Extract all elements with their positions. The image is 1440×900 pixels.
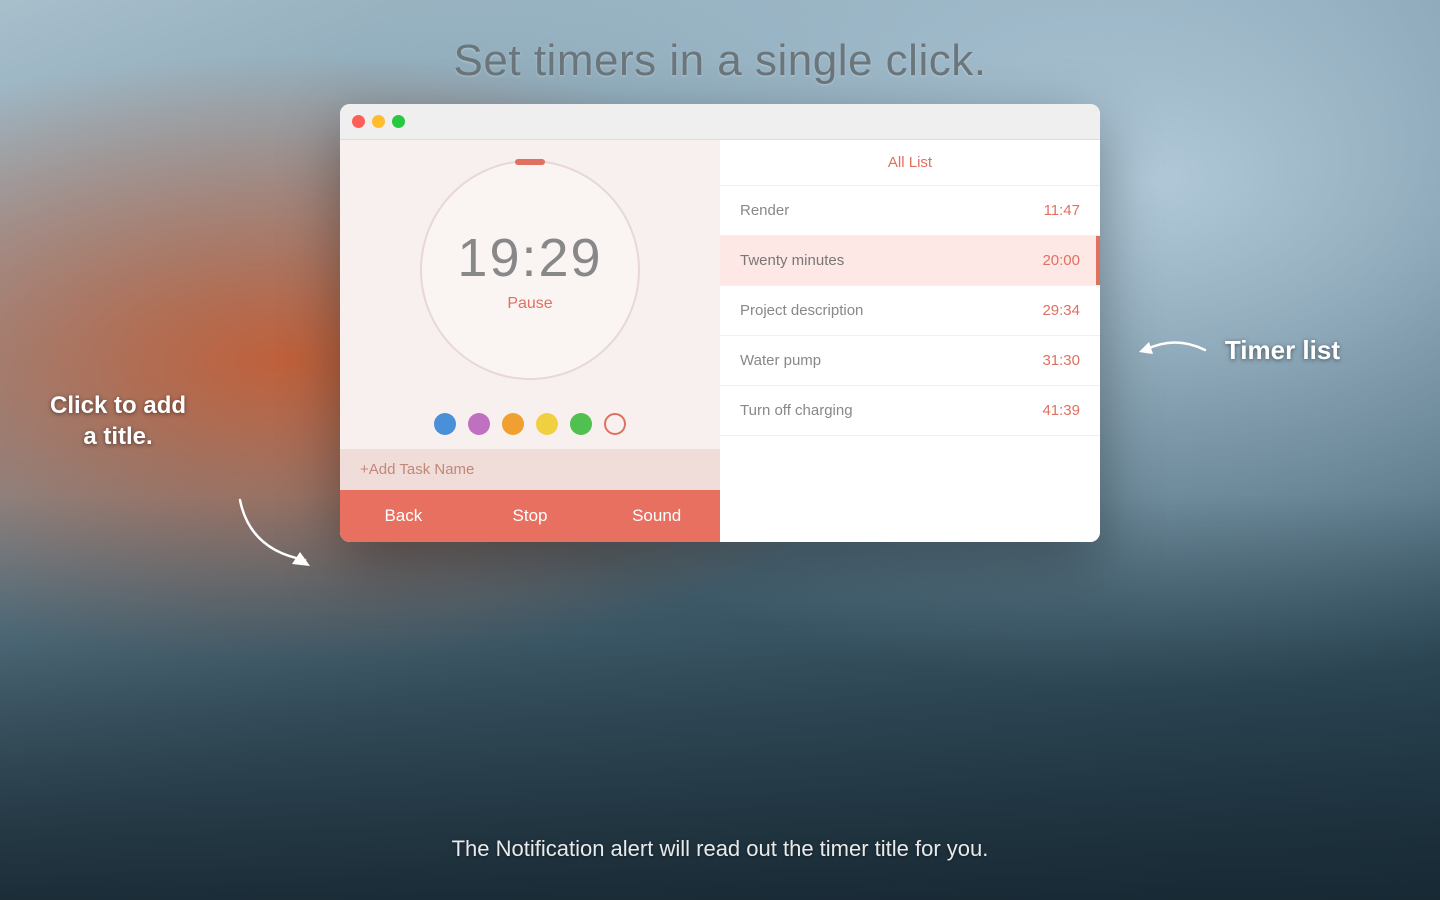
timer-area: 19:29 Pause	[340, 140, 720, 395]
item-time-render: 11:47	[1044, 202, 1080, 219]
timer-display: 19:29	[457, 227, 602, 289]
minimize-button[interactable]	[372, 115, 385, 128]
item-name-water: Water pump	[740, 352, 821, 369]
stop-button[interactable]: Stop	[467, 490, 594, 542]
color-dots	[434, 413, 626, 435]
app-window: 19:29 Pause +Add Task Name Back Stop Sou…	[340, 104, 1100, 542]
main-content: Set timers in a single click. 19:29 Paus…	[0, 0, 1440, 900]
right-panel: All List Render 11:47 Twenty minutes 20:…	[720, 104, 1100, 542]
item-name-twenty: Twenty minutes	[740, 252, 844, 269]
item-time-charging: 41:39	[1042, 402, 1080, 419]
back-button[interactable]: Back	[340, 490, 467, 542]
item-name-charging: Turn off charging	[740, 402, 853, 419]
item-time-project: 29:34	[1042, 302, 1080, 319]
arrow-left-icon	[230, 490, 320, 575]
pause-button[interactable]: Pause	[507, 295, 552, 313]
timer-circle[interactable]: 19:29 Pause	[420, 160, 640, 380]
color-dot-orange[interactable]	[502, 413, 524, 435]
left-panel: 19:29 Pause +Add Task Name Back Stop Sou…	[340, 104, 720, 542]
add-task-bar[interactable]: +Add Task Name	[340, 449, 720, 490]
list-item[interactable]: Render 11:47	[720, 186, 1100, 236]
color-dot-green[interactable]	[570, 413, 592, 435]
color-dot-purple[interactable]	[468, 413, 490, 435]
maximize-button[interactable]	[392, 115, 405, 128]
annotation-right-label: Timer list	[1225, 335, 1340, 366]
list-item[interactable]: Project description 29:34	[720, 286, 1100, 336]
active-bar	[1096, 236, 1100, 285]
color-dot-blue[interactable]	[434, 413, 456, 435]
item-time-water: 31:30	[1042, 352, 1080, 369]
color-dot-empty[interactable]	[604, 413, 626, 435]
sound-button[interactable]: Sound	[593, 490, 720, 542]
item-name-project: Project description	[740, 302, 863, 319]
list-item[interactable]: Turn off charging 41:39	[720, 386, 1100, 436]
bottom-buttons: Back Stop Sound	[340, 490, 720, 542]
title-bar	[340, 104, 1100, 140]
close-button[interactable]	[352, 115, 365, 128]
annotation-left: Click to add a title.	[50, 390, 186, 452]
item-name-render: Render	[740, 202, 789, 219]
annotation-right-area: Timer list	[1135, 320, 1340, 380]
list-item[interactable]: Water pump 31:30	[720, 336, 1100, 386]
headline: Set timers in a single click.	[454, 36, 987, 86]
list-header: All List	[720, 140, 1100, 186]
list-item-active[interactable]: Twenty minutes 20:00	[720, 236, 1100, 286]
traffic-lights	[352, 115, 405, 128]
arc-indicator	[515, 159, 545, 165]
color-dot-yellow[interactable]	[536, 413, 558, 435]
item-time-twenty: 20:00	[1042, 252, 1080, 269]
add-task-label: +Add Task Name	[360, 461, 474, 478]
